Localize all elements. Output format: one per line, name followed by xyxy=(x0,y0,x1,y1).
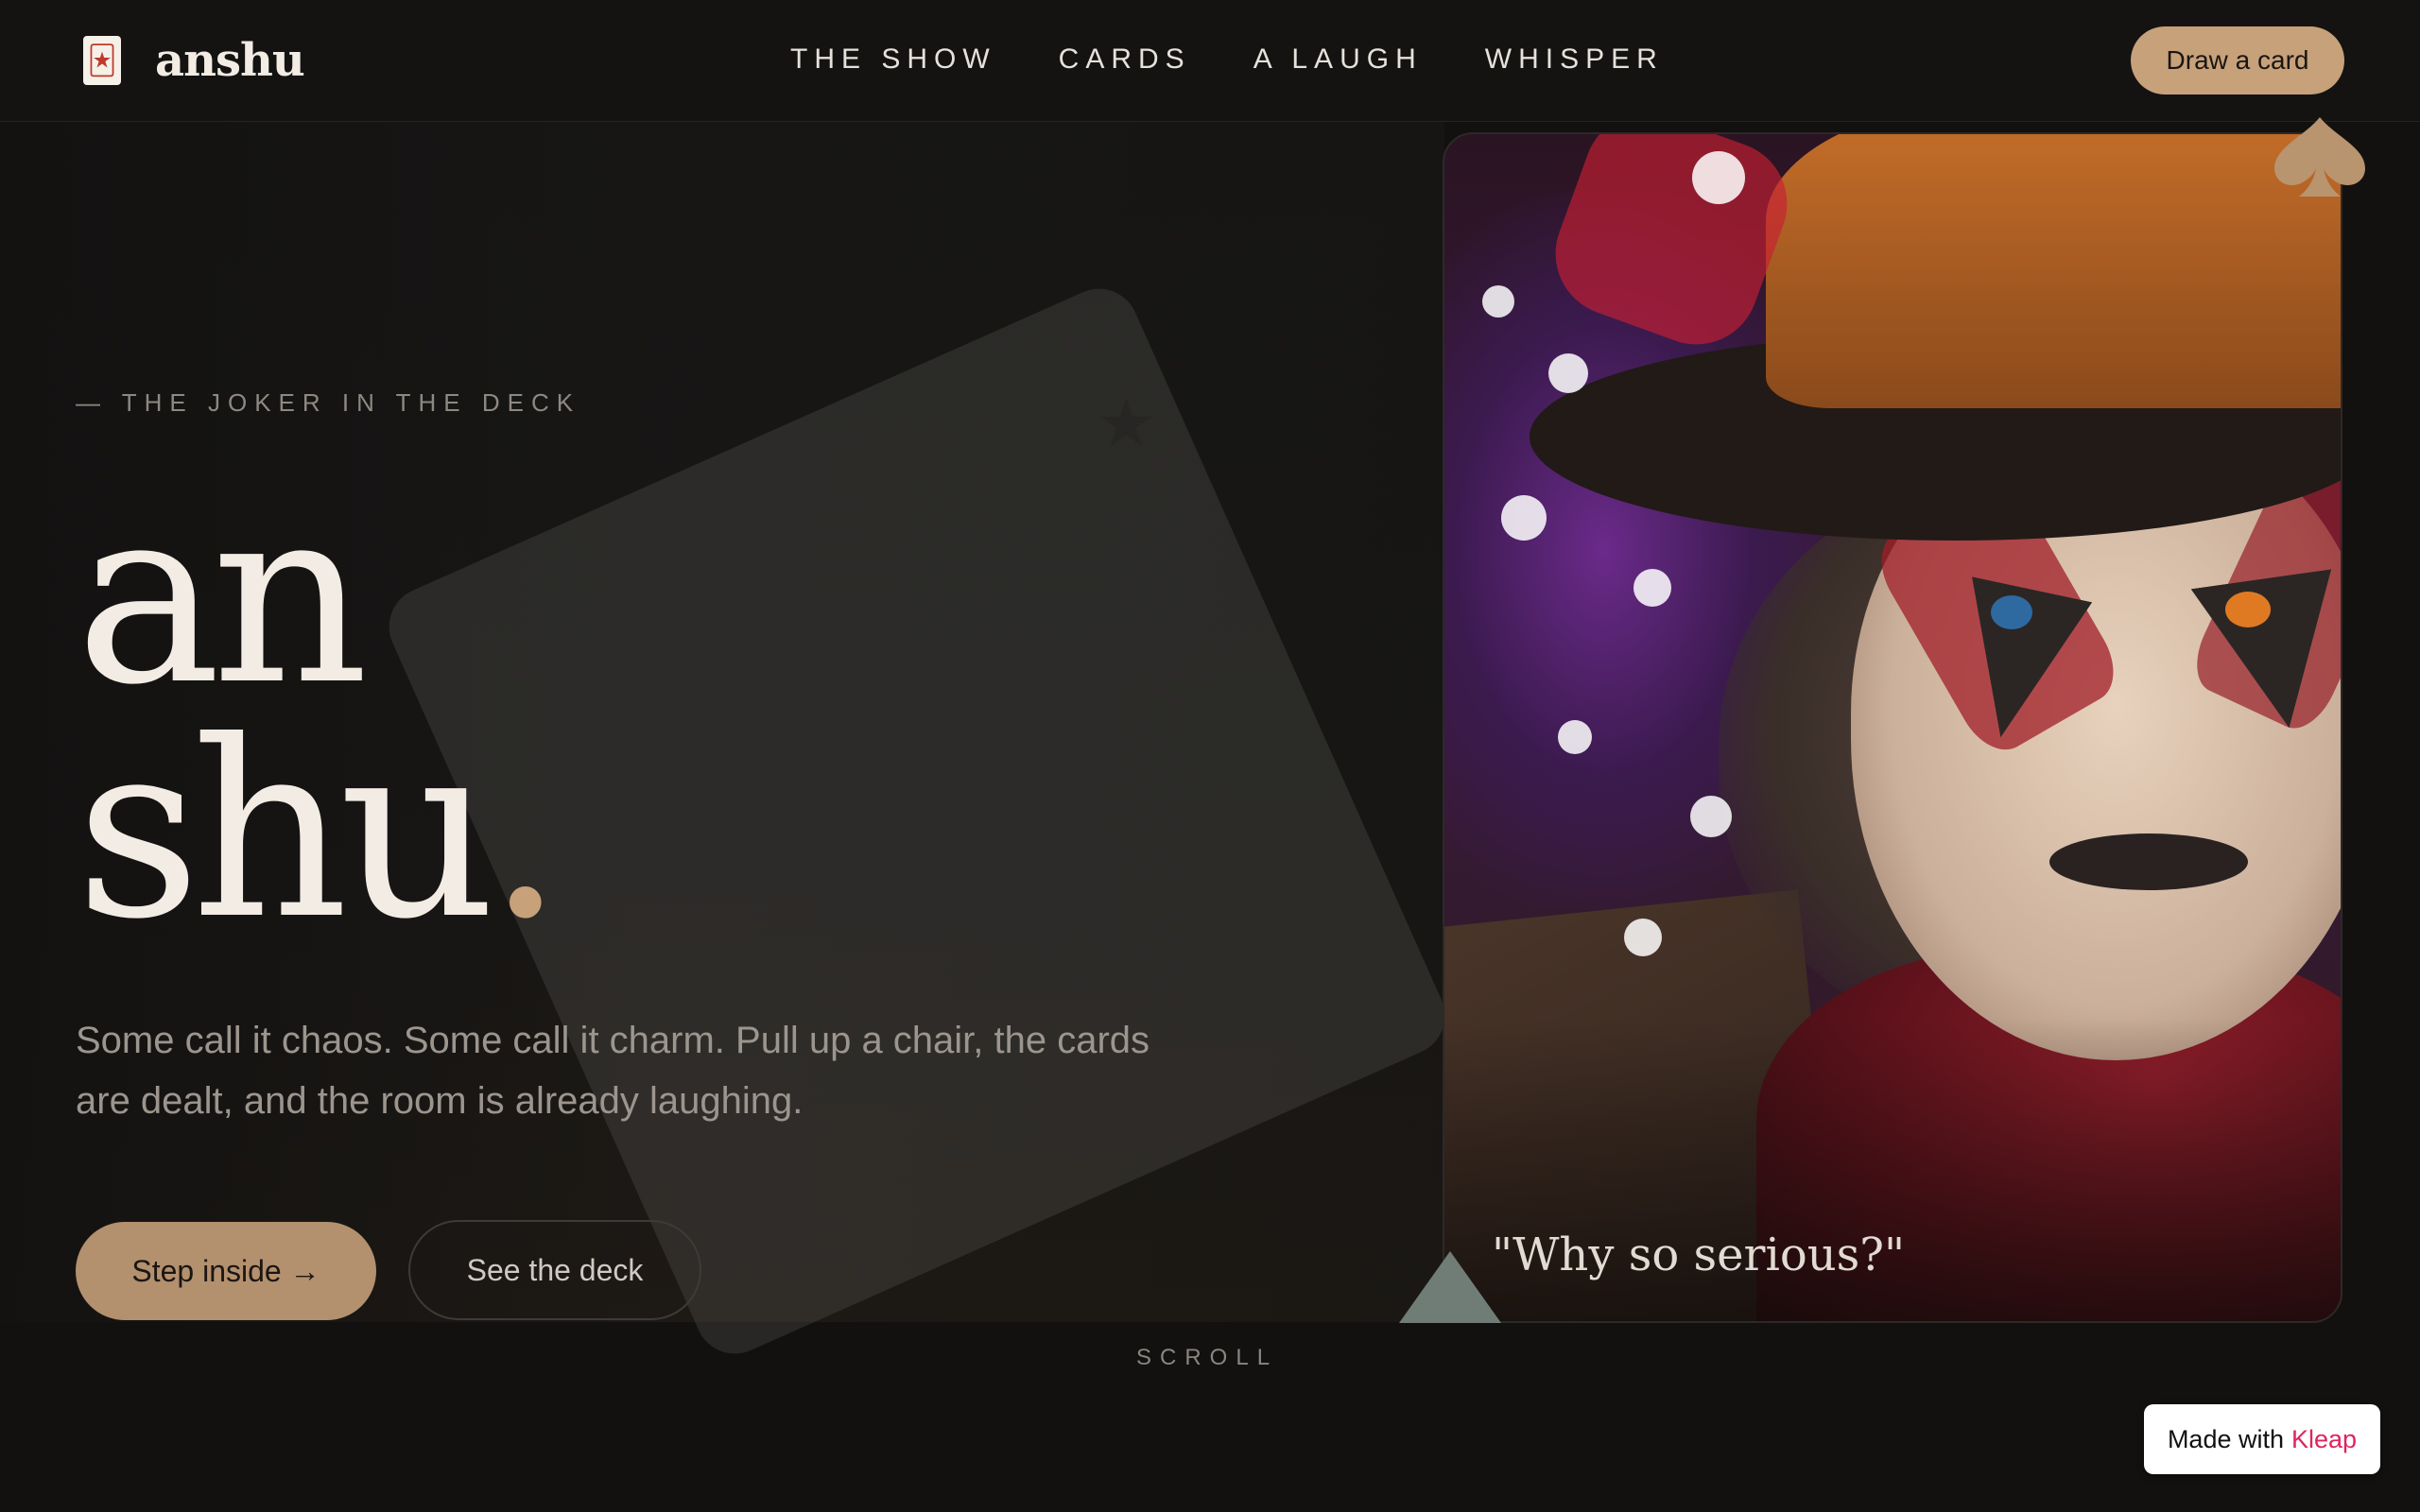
nav-link-a-laugh[interactable]: A LAUGH xyxy=(1253,43,1423,76)
nav-link-cards[interactable]: CARDS xyxy=(1059,43,1191,76)
scroll-indicator[interactable]: SCROLL xyxy=(1136,1345,1278,1371)
photo-bokeh-light xyxy=(1482,285,1514,318)
photo-iris-right xyxy=(2225,592,2271,627)
photo-bokeh-light xyxy=(1548,353,1588,393)
star-icon: ★ xyxy=(1097,387,1156,460)
brand-name: anshu xyxy=(155,34,305,87)
nav-link-whisper[interactable]: WHISPER xyxy=(1485,43,1664,76)
photo-hat-top xyxy=(1766,134,2341,408)
photo-bokeh-light xyxy=(1692,151,1745,204)
photo-bokeh-light xyxy=(1501,495,1547,541)
joker-card-icon: 🃏 xyxy=(83,36,121,85)
hero-tagline: Some call it chaos. Some call it charm. … xyxy=(76,1020,1150,1122)
triangle-decor xyxy=(1399,1251,1501,1323)
badge-brand: Kleap xyxy=(2291,1424,2358,1453)
hero-headline: an shu. xyxy=(76,474,564,953)
hero-eyebrow: — THE JOKER IN THE DECK xyxy=(76,388,581,417)
photo-bokeh-light xyxy=(1634,569,1671,607)
photo-iris-left xyxy=(1991,595,2032,629)
nav-links: THE SHOW CARDS A LAUGH WHISPER xyxy=(790,43,1664,76)
joker-portrait-photo: "Why so serious?" xyxy=(1443,132,2342,1323)
photo-lips xyxy=(2049,833,2248,890)
draw-a-card-button[interactable]: Draw a card xyxy=(2131,26,2344,94)
brand[interactable]: 🃏 anshu xyxy=(83,34,305,87)
nav-link-the-show[interactable]: THE SHOW xyxy=(790,43,996,76)
photo-quote: "Why so serious?" xyxy=(1492,1228,1906,1281)
headline-dot: . xyxy=(486,689,564,972)
photo-bokeh-light xyxy=(1624,919,1662,956)
badge-prefix: Made with xyxy=(2167,1424,2284,1453)
made-with-kleap-badge[interactable]: Made with Kleap xyxy=(2144,1404,2380,1474)
headline-line-2: shu xyxy=(76,689,496,972)
step-inside-button[interactable]: Step inside → xyxy=(76,1222,376,1320)
photo-bokeh-light xyxy=(1558,720,1592,754)
top-nav: 🃏 anshu THE SHOW CARDS A LAUGH WHISPER D… xyxy=(0,0,2420,122)
photo-bokeh-light xyxy=(1690,796,1732,837)
spade-icon xyxy=(2274,117,2365,197)
hero-section: ★ — THE JOKER IN THE DECK an shu. Some c… xyxy=(0,122,1458,1370)
see-the-deck-button[interactable]: See the deck xyxy=(408,1220,701,1320)
